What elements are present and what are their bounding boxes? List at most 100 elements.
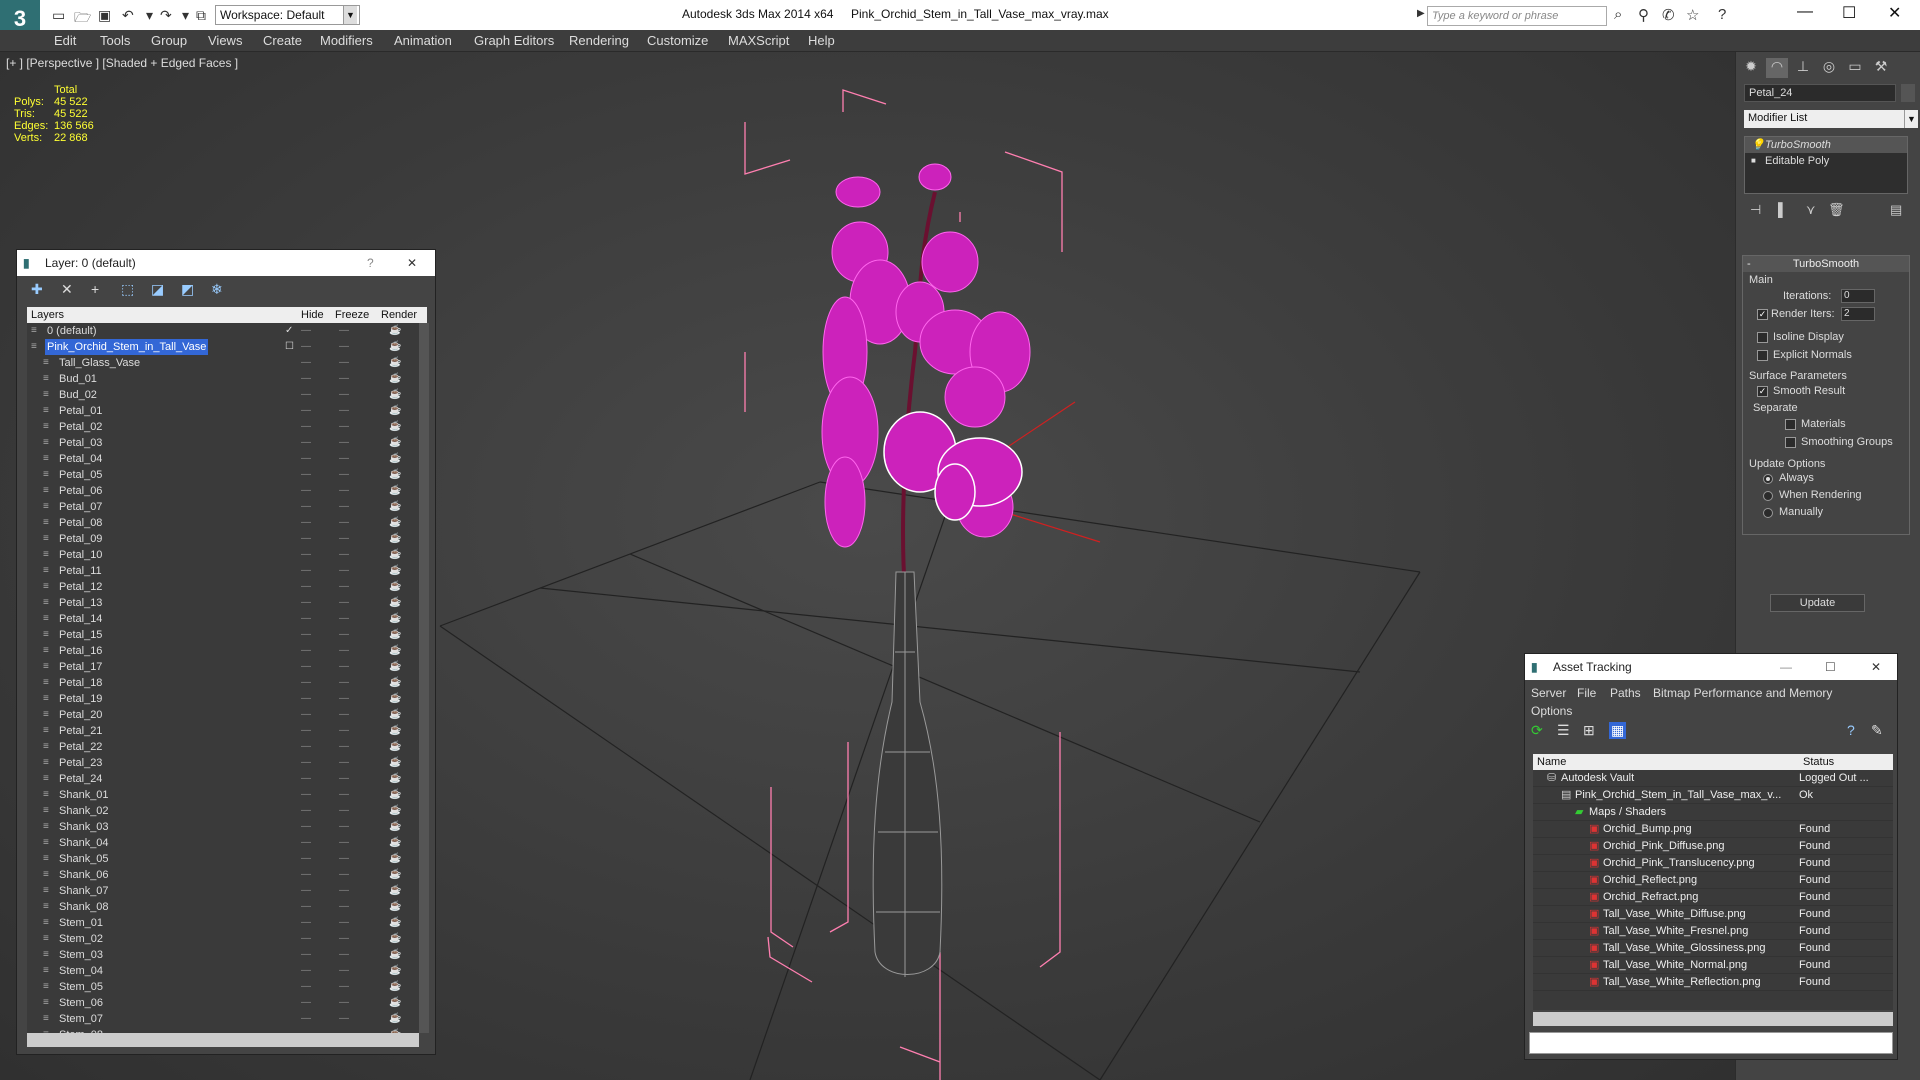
object-name-field[interactable]: Petal_24 (1744, 84, 1896, 102)
render-iters-checkbox[interactable]: ✓ (1757, 309, 1768, 320)
render-teapot-icon[interactable]: ☕ (389, 995, 401, 1011)
render-teapot-icon[interactable]: ☕ (389, 483, 401, 499)
freeze-toggle[interactable]: — (339, 979, 349, 995)
expand-icon[interactable]: ■ (1751, 153, 1756, 169)
column-layers[interactable]: Layers (31, 307, 64, 323)
horizontal-scrollbar[interactable] (1533, 1012, 1893, 1026)
remove-modifier-icon[interactable]: 🗑 (1828, 202, 1845, 218)
layer-row[interactable]: ≡ Petal_24 — — ☕ (27, 771, 419, 787)
freeze-toggle[interactable]: — (339, 931, 349, 947)
hide-toggle[interactable]: — (301, 835, 311, 851)
hide-toggle[interactable]: — (301, 643, 311, 659)
communication-center-icon[interactable]: ✆ (1662, 6, 1675, 24)
layer-row[interactable]: ≡ Petal_06 — — ☕ (27, 483, 419, 499)
layer-row[interactable]: ≡ Petal_08 — — ☕ (27, 515, 419, 531)
freeze-toggle[interactable]: — (339, 851, 349, 867)
collapse-icon[interactable]: - (1747, 256, 1751, 272)
freeze-toggle[interactable]: — (339, 691, 349, 707)
layer-row[interactable]: ≡ Shank_06 — — ☕ (27, 867, 419, 883)
layer-row[interactable]: ≡ Petal_13 — — ☕ (27, 595, 419, 611)
hide-toggle[interactable]: — (301, 963, 311, 979)
asset-path-field[interactable] (1529, 1032, 1893, 1054)
help-icon[interactable]: ? (367, 250, 374, 276)
menu-group[interactable]: Group (151, 33, 187, 48)
layer-row[interactable]: ≡ Petal_14 — — ☕ (27, 611, 419, 627)
pin-stack-icon[interactable]: ⊣ (1750, 202, 1761, 218)
layer-row[interactable]: ≡ Bud_02 — — ☕ (27, 387, 419, 403)
render-teapot-icon[interactable]: ☕ (389, 803, 401, 819)
delete-layer-icon[interactable]: ✕ (61, 281, 73, 298)
hide-toggle[interactable]: — (301, 531, 311, 547)
asset-row[interactable]: ▣ Orchid_Refract.png Found (1533, 889, 1893, 906)
layer-row[interactable]: ≡ Petal_03 — — ☕ (27, 435, 419, 451)
save-icon[interactable]: ▣ (98, 7, 111, 24)
render-teapot-icon[interactable]: ☕ (389, 339, 401, 355)
asset-row[interactable]: ▣ Tall_Vase_White_Glossiness.png Found (1533, 940, 1893, 957)
layer-row[interactable]: ≡ Petal_20 — — ☕ (27, 707, 419, 723)
materials-checkbox[interactable] (1785, 419, 1796, 430)
hide-toggle[interactable]: — (301, 515, 311, 531)
layer-row[interactable]: ≡ Petal_15 — — ☕ (27, 627, 419, 643)
render-teapot-icon[interactable]: ☕ (389, 435, 401, 451)
hide-toggle[interactable]: — (301, 355, 311, 371)
asset-row[interactable]: ▣ Orchid_Pink_Translucency.png Found (1533, 855, 1893, 872)
render-teapot-icon[interactable]: ☕ (389, 883, 401, 899)
render-teapot-icon[interactable]: ☕ (389, 547, 401, 563)
layer-row[interactable]: ≡ Stem_01 — — ☕ (27, 915, 419, 931)
render-teapot-icon[interactable]: ☕ (389, 707, 401, 723)
layer-row[interactable]: ≡ Petal_02 — — ☕ (27, 419, 419, 435)
render-teapot-icon[interactable]: ☕ (389, 835, 401, 851)
freeze-toggle[interactable]: — (339, 867, 349, 883)
layer-row[interactable]: ≡ Petal_16 — — ☕ (27, 643, 419, 659)
layer-row[interactable]: ≡ Petal_07 — — ☕ (27, 499, 419, 515)
hide-toggle[interactable]: — (301, 563, 311, 579)
freeze-toggle[interactable]: — (339, 435, 349, 451)
favorites-star-icon[interactable]: ☆ (1686, 6, 1699, 24)
asset-menu-paths[interactable]: Paths (1610, 686, 1641, 700)
render-teapot-icon[interactable]: ☕ (389, 915, 401, 931)
layer-row[interactable]: ≡ Shank_03 — — ☕ (27, 819, 419, 835)
layer-row[interactable]: ≡ Petal_12 — — ☕ (27, 579, 419, 595)
iterations-spinner[interactable]: 0 (1841, 289, 1875, 303)
layer-row[interactable]: ≡ Stem_02 — — ☕ (27, 931, 419, 947)
hide-toggle[interactable]: — (301, 435, 311, 451)
render-teapot-icon[interactable]: ☕ (389, 819, 401, 835)
subscription-icon[interactable]: ⚲ (1638, 6, 1649, 24)
hide-toggle[interactable]: — (301, 1011, 311, 1027)
select-objects-icon[interactable]: ⬚ (121, 281, 134, 298)
layer-row[interactable]: ≡ Pink_Orchid_Stem_in_Tall_Vase ☐ — — ☕ (27, 339, 419, 355)
hide-toggle[interactable]: — (301, 611, 311, 627)
viewport-label-menu[interactable]: [+ ] [Perspective ] [Shaded + Edged Face… (6, 56, 238, 70)
freeze-toggle[interactable]: — (339, 371, 349, 387)
asset-row[interactable]: ▰ Maps / Shaders (1533, 804, 1893, 821)
hide-toggle[interactable]: — (301, 803, 311, 819)
freeze-toggle[interactable]: — (339, 899, 349, 915)
layer-row[interactable]: ≡ Shank_05 — — ☕ (27, 851, 419, 867)
render-teapot-icon[interactable]: ☕ (389, 467, 401, 483)
hide-toggle[interactable]: — (301, 851, 311, 867)
render-teapot-icon[interactable]: ☕ (389, 387, 401, 403)
freeze-toggle[interactable]: — (339, 787, 349, 803)
render-teapot-icon[interactable]: ☕ (389, 787, 401, 803)
freeze-toggle[interactable]: — (339, 739, 349, 755)
freeze-toggle[interactable]: — (339, 755, 349, 771)
hide-toggle[interactable]: — (301, 451, 311, 467)
layer-row[interactable]: ≡ Petal_18 — — ☕ (27, 675, 419, 691)
column-freeze[interactable]: Freeze (335, 307, 369, 323)
hide-toggle[interactable]: — (301, 691, 311, 707)
freeze-toggle[interactable]: — (339, 627, 349, 643)
smoothing-groups-checkbox[interactable] (1785, 437, 1796, 448)
menu-graph-editors[interactable]: Graph Editors (474, 33, 554, 48)
asset-row[interactable]: ▣ Tall_Vase_White_Fresnel.png Found (1533, 923, 1893, 940)
render-teapot-icon[interactable]: ☕ (389, 563, 401, 579)
hide-toggle[interactable]: — (301, 739, 311, 755)
rollout-title[interactable]: - TurboSmooth (1743, 256, 1909, 272)
render-teapot-icon[interactable]: ☕ (389, 371, 401, 387)
freeze-toggle[interactable]: — (339, 803, 349, 819)
layer-row[interactable]: ≡ Petal_04 — — ☕ (27, 451, 419, 467)
hide-toggle[interactable]: — (301, 467, 311, 483)
render-teapot-icon[interactable]: ☕ (389, 611, 401, 627)
pin-icon[interactable]: ✎ (1871, 722, 1883, 739)
vertical-scrollbar[interactable] (419, 323, 429, 1033)
asset-menu-server[interactable]: Server (1531, 686, 1566, 700)
